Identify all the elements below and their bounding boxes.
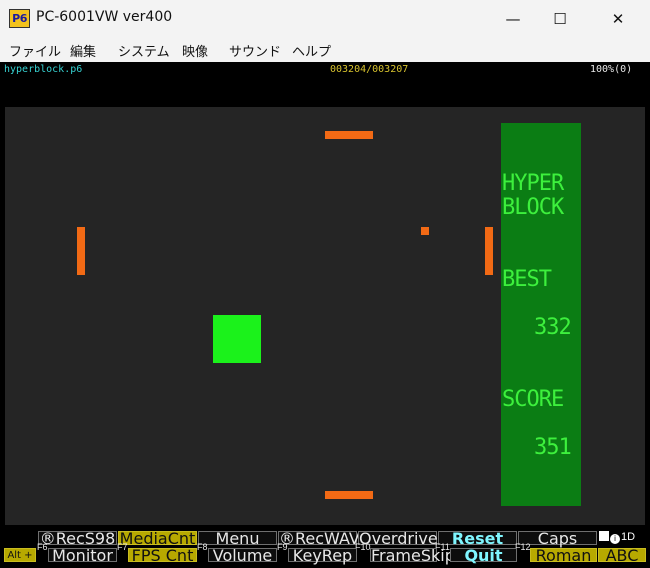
f12-label: F12 (515, 542, 531, 552)
frameskip-button[interactable]: FrameSkip (370, 548, 455, 564)
reset-button[interactable]: Reset (438, 531, 517, 547)
right-paddle (485, 227, 493, 275)
f6-label: F6 (37, 542, 48, 552)
roman-button[interactable]: Roman (530, 548, 597, 564)
app-icon: P6 (9, 9, 30, 28)
volume-button[interactable]: Volume (208, 548, 277, 564)
f9-label: F9 (277, 542, 288, 552)
menu-button[interactable]: Menu (198, 531, 277, 547)
recwav-button[interactable]: ®RecWAV (278, 531, 360, 547)
floppy-icon (599, 531, 609, 541)
maximize-button[interactable]: ☐ (537, 0, 583, 38)
menu-file[interactable]: ファイル (9, 41, 61, 60)
score-label: SCORE (502, 387, 564, 412)
emulator-status-bar: hyperblock.p6 003204/003207 100%(0) (0, 62, 650, 78)
bottom-paddle (325, 491, 373, 499)
keyrep-button[interactable]: KeyRep (288, 548, 357, 564)
best-value: 332 (534, 315, 572, 340)
score-value: 351 (534, 435, 572, 460)
abc-button[interactable]: ABC (598, 548, 646, 564)
player-block (213, 315, 261, 363)
title-bar: P6 PC-6001VW ver400 — ☐ ✕ (0, 0, 650, 38)
drive-indicator-text: 1D (621, 531, 636, 543)
menu-bar: ファイル 編集 システム 映像 サウンド ヘルプ (0, 38, 650, 62)
drive-indicator: i 1D (599, 531, 635, 544)
minimize-button[interactable]: — (490, 0, 536, 38)
tape-filename: hyperblock.p6 (4, 64, 83, 75)
left-paddle (77, 227, 85, 275)
tape-counter: 003204/003207 (330, 64, 409, 75)
close-button[interactable]: ✕ (595, 0, 641, 38)
menu-video[interactable]: 映像 (182, 41, 208, 60)
ball (421, 227, 429, 235)
quit-button[interactable]: Quit (450, 548, 517, 564)
recs98-button[interactable]: ®RecS98 (38, 531, 117, 547)
menu-system[interactable]: システム (118, 41, 170, 60)
menu-edit[interactable]: 編集 (70, 41, 96, 60)
mediacnt-button[interactable]: MediaCnt (118, 531, 197, 547)
window-title: PC-6001VW ver400 (36, 9, 173, 25)
top-paddle (325, 131, 373, 139)
f8-label: F8 (197, 542, 208, 552)
menu-help[interactable]: ヘルプ (292, 41, 331, 60)
fps-cnt-button[interactable]: FPS Cnt (128, 548, 197, 564)
game-title-line2: BLOCK (502, 195, 564, 220)
f10-label: F10 (355, 542, 371, 552)
alt-modifier-key[interactable]: Alt + (4, 548, 36, 562)
game-title-line1: HYPER (502, 171, 564, 196)
f7-label: F7 (117, 542, 128, 552)
best-label: BEST (502, 267, 552, 292)
info-icon: i (610, 534, 620, 544)
menu-sound[interactable]: サウンド (229, 41, 281, 60)
speed-indicator: 100%(0) (590, 64, 633, 75)
monitor-button[interactable]: Monitor (48, 548, 117, 564)
